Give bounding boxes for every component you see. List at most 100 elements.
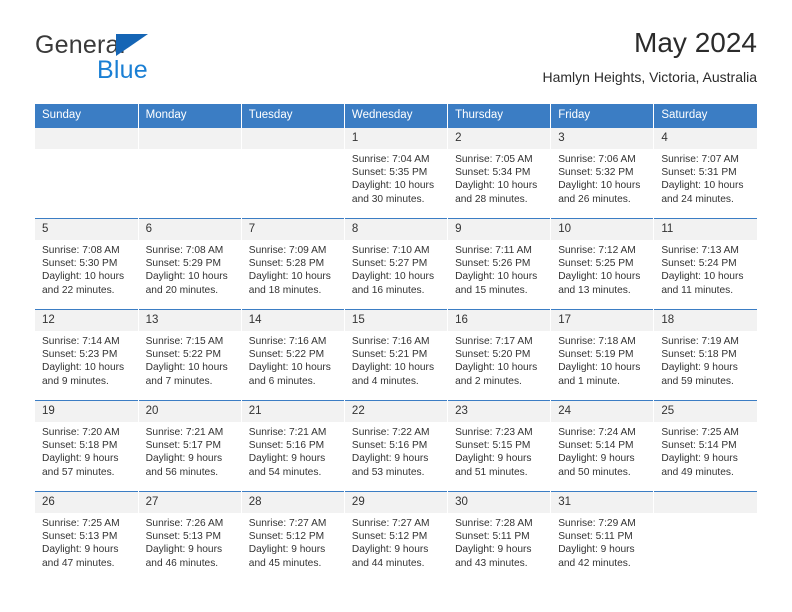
day-number xyxy=(654,492,757,513)
calendar-day-cell[interactable]: 5 Sunrise: 7:08 AM Sunset: 5:30 PM Daylight… xyxy=(35,218,139,310)
calendar-day-cell[interactable]: 31 Sunrise: 7:29 AM Sunset: 5:11 PM Dayligh… xyxy=(550,491,655,582)
calendar-day-cell[interactable]: 18 Sunrise: 7:19 AM Sunset: 5:18 PM Dayligh… xyxy=(653,309,757,401)
calendar-day-cell[interactable]: 30 Sunrise: 7:28 AM Sunset: 5:11 PM Dayligh… xyxy=(447,491,552,582)
calendar-day-cell[interactable]: 23 Sunrise: 7:23 AM Sunset: 5:15 PM Dayligh… xyxy=(447,400,552,492)
daylight-duration-cont: and 42 minutes. xyxy=(558,557,631,569)
calendar-week-row: 12 Sunrise: 7:14 AM Sunset: 5:23 PM Dayligh… xyxy=(35,309,757,401)
day-number: 4 xyxy=(654,128,757,149)
calendar-day-cell[interactable]: 17 Sunrise: 7:18 AM Sunset: 5:19 PM Dayligh… xyxy=(550,309,655,401)
daylight-duration-cont: and 51 minutes. xyxy=(455,466,528,478)
sunrise-time: Sunrise: 7:22 AM xyxy=(351,427,430,438)
daylight-duration-cont: and 16 minutes. xyxy=(351,284,425,296)
daylight-duration: Daylight: 9 hours xyxy=(558,544,635,556)
calendar-day-cell[interactable]: 14 Sunrise: 7:16 AM Sunset: 5:22 PM Dayligh… xyxy=(240,309,345,401)
calendar-day-cell[interactable]: 8 Sunrise: 7:10 AM Sunset: 5:27 PM Daylight… xyxy=(343,218,449,310)
general-blue-logo[interactable]: General Blue xyxy=(35,32,215,88)
calendar-day-cell[interactable]: 26 Sunrise: 7:25 AM Sunset: 5:13 PM Dayligh… xyxy=(35,491,139,582)
logo-text-general: General xyxy=(35,31,126,59)
day-details: Sunrise: 7:25 AM Sunset: 5:14 PM Daylight:… xyxy=(654,422,757,479)
calendar-day-cell[interactable]: 10 Sunrise: 7:12 AM Sunset: 5:25 PM Dayligh… xyxy=(550,218,655,310)
calendar-day-cell[interactable]: 19 Sunrise: 7:20 AM Sunset: 5:18 PM Dayligh… xyxy=(35,400,139,492)
calendar-day-cell[interactable]: 22 Sunrise: 7:22 AM Sunset: 5:16 PM Dayligh… xyxy=(343,400,449,492)
daylight-duration: Daylight: 10 hours xyxy=(558,271,641,283)
day-details: Sunrise: 7:08 AM Sunset: 5:29 PM Daylight:… xyxy=(139,240,241,297)
sunrise-time: Sunrise: 7:18 AM xyxy=(558,336,636,347)
sunset-time: Sunset: 5:27 PM xyxy=(351,258,428,270)
day-number: 11 xyxy=(654,219,757,240)
sunrise-time: Sunrise: 7:25 AM xyxy=(42,518,120,529)
daylight-duration-cont: and 47 minutes. xyxy=(42,557,115,569)
sunrise-time: Sunrise: 7:20 AM xyxy=(42,427,120,438)
day-details: Sunrise: 7:05 AM Sunset: 5:34 PM Daylight:… xyxy=(448,149,550,206)
sunrise-time: Sunrise: 7:06 AM xyxy=(558,154,636,165)
calendar-week-row: 1 Sunrise: 7:04 AM Sunset: 5:35 PM Daylight… xyxy=(35,127,757,219)
daylight-duration: Daylight: 9 hours xyxy=(145,544,223,556)
sunset-time: Sunset: 5:16 PM xyxy=(248,440,325,452)
calendar-day-cell[interactable]: 1 Sunrise: 7:04 AM Sunset: 5:35 PM Daylight… xyxy=(343,127,449,219)
calendar-header-row: Sunday Monday Tuesday Wednesday Thursday Frid… xyxy=(35,104,757,128)
day-number: 1 xyxy=(344,128,448,149)
daylight-duration-cont: and 49 minutes. xyxy=(661,466,734,478)
daylight-duration: Daylight: 10 hours xyxy=(455,271,538,283)
calendar-week-row: 26 Sunrise: 7:25 AM Sunset: 5:13 PM Dayligh… xyxy=(35,491,757,582)
calendar-day-cell[interactable]: 9 Sunrise: 7:11 AM Sunset: 5:26 PM Daylight… xyxy=(447,218,552,310)
calendar-page: General Blue May 2024 Hamlyn Heights, Vi… xyxy=(0,0,792,612)
calendar-day-cell[interactable]: 25 Sunrise: 7:25 AM Sunset: 5:14 PM Dayligh… xyxy=(653,400,757,492)
daylight-duration: Daylight: 9 hours xyxy=(145,453,223,465)
day-details: Sunrise: 7:11 AM Sunset: 5:26 PM Daylight:… xyxy=(448,240,550,297)
calendar-day-cell[interactable]: 21 Sunrise: 7:21 AM Sunset: 5:16 PM Dayligh… xyxy=(240,400,345,492)
sunset-time: Sunset: 5:31 PM xyxy=(661,167,737,179)
daylight-duration: Daylight: 9 hours xyxy=(248,544,326,556)
day-number: 17 xyxy=(551,310,654,331)
sunrise-time: Sunrise: 7:13 AM xyxy=(661,245,739,256)
sunrise-time: Sunrise: 7:14 AM xyxy=(42,336,120,347)
calendar-day-cell[interactable]: 15 Sunrise: 7:16 AM Sunset: 5:21 PM Dayligh… xyxy=(343,309,449,401)
weekday-header-wednesday: Wednesday xyxy=(343,104,449,128)
day-number: 15 xyxy=(344,310,448,331)
day-number: 30 xyxy=(448,492,551,513)
sunset-time: Sunset: 5:25 PM xyxy=(558,258,634,270)
daylight-duration: Daylight: 10 hours xyxy=(42,362,125,374)
calendar-day-cell[interactable]: 20 Sunrise: 7:21 AM Sunset: 5:17 PM Dayligh… xyxy=(137,400,242,492)
weekday-header-saturday: Saturday xyxy=(653,104,757,128)
calendar-day-cell[interactable]: 11 Sunrise: 7:13 AM Sunset: 5:24 PM Dayligh… xyxy=(653,218,757,310)
sunset-time: Sunset: 5:26 PM xyxy=(455,258,531,270)
calendar-day-cell[interactable]: 2 Sunrise: 7:05 AM Sunset: 5:34 PM Daylight… xyxy=(447,127,552,219)
calendar-day-cell[interactable]: 3 Sunrise: 7:06 AM Sunset: 5:32 PM Daylight… xyxy=(550,127,655,219)
page-header: General Blue May 2024 Hamlyn Heights, Vi… xyxy=(35,26,757,96)
sunrise-time: Sunrise: 7:21 AM xyxy=(145,427,224,438)
calendar-day-cell[interactable]: 13 Sunrise: 7:15 AM Sunset: 5:22 PM Dayligh… xyxy=(137,309,242,401)
calendar-day-cell[interactable]: 4 Sunrise: 7:07 AM Sunset: 5:31 PM Daylight… xyxy=(653,127,757,219)
weekday-header-sunday: Sunday xyxy=(35,104,139,128)
day-details: Sunrise: 7:04 AM Sunset: 5:35 PM Daylight:… xyxy=(345,149,447,206)
daylight-duration-cont: and 11 minutes. xyxy=(661,284,734,296)
sunrise-time: Sunrise: 7:07 AM xyxy=(661,154,739,165)
sunrise-time: Sunrise: 7:04 AM xyxy=(351,154,430,165)
day-details: Sunrise: 7:10 AM Sunset: 5:27 PM Daylight:… xyxy=(345,240,447,297)
calendar-day-cell[interactable]: 24 Sunrise: 7:24 AM Sunset: 5:14 PM Dayligh… xyxy=(550,400,655,492)
calendar-day-cell[interactable]: 29 Sunrise: 7:27 AM Sunset: 5:12 PM Dayligh… xyxy=(343,491,449,582)
day-number: 29 xyxy=(344,492,448,513)
sunrise-time: Sunrise: 7:19 AM xyxy=(661,336,739,347)
day-number: 18 xyxy=(654,310,757,331)
daylight-duration: Daylight: 9 hours xyxy=(455,544,532,556)
day-details: Sunrise: 7:15 AM Sunset: 5:22 PM Daylight:… xyxy=(139,331,241,388)
sunset-time: Sunset: 5:14 PM xyxy=(558,440,634,452)
calendar-day-cell[interactable]: 6 Sunrise: 7:08 AM Sunset: 5:29 PM Daylight… xyxy=(137,218,242,310)
calendar-day-cell[interactable]: 7 Sunrise: 7:09 AM Sunset: 5:28 PM Daylight… xyxy=(240,218,345,310)
calendar-day-cell[interactable]: 28 Sunrise: 7:27 AM Sunset: 5:12 PM Dayligh… xyxy=(240,491,345,582)
daylight-duration-cont: and 20 minutes. xyxy=(145,284,219,296)
daylight-duration-cont: and 45 minutes. xyxy=(248,557,322,569)
page-subtitle: Hamlyn Heights, Victoria, Australia xyxy=(542,69,758,85)
calendar-day-cell[interactable]: 16 Sunrise: 7:17 AM Sunset: 5:20 PM Dayligh… xyxy=(447,309,552,401)
daylight-duration: Daylight: 10 hours xyxy=(42,271,125,283)
daylight-duration: Daylight: 9 hours xyxy=(248,453,326,465)
day-details: Sunrise: 7:21 AM Sunset: 5:17 PM Daylight:… xyxy=(139,422,241,479)
daylight-duration-cont: and 2 minutes. xyxy=(455,375,522,387)
calendar-day-cell[interactable]: 12 Sunrise: 7:14 AM Sunset: 5:23 PM Dayligh… xyxy=(35,309,139,401)
calendar-day-cell[interactable]: 27 Sunrise: 7:26 AM Sunset: 5:13 PM Dayligh… xyxy=(137,491,242,582)
sunrise-time: Sunrise: 7:12 AM xyxy=(558,245,636,256)
calendar-week-row: 5 Sunrise: 7:08 AM Sunset: 5:30 PM Daylight… xyxy=(35,218,757,310)
sunrise-time: Sunrise: 7:27 AM xyxy=(248,518,327,529)
daylight-duration-cont: and 4 minutes. xyxy=(351,375,419,387)
